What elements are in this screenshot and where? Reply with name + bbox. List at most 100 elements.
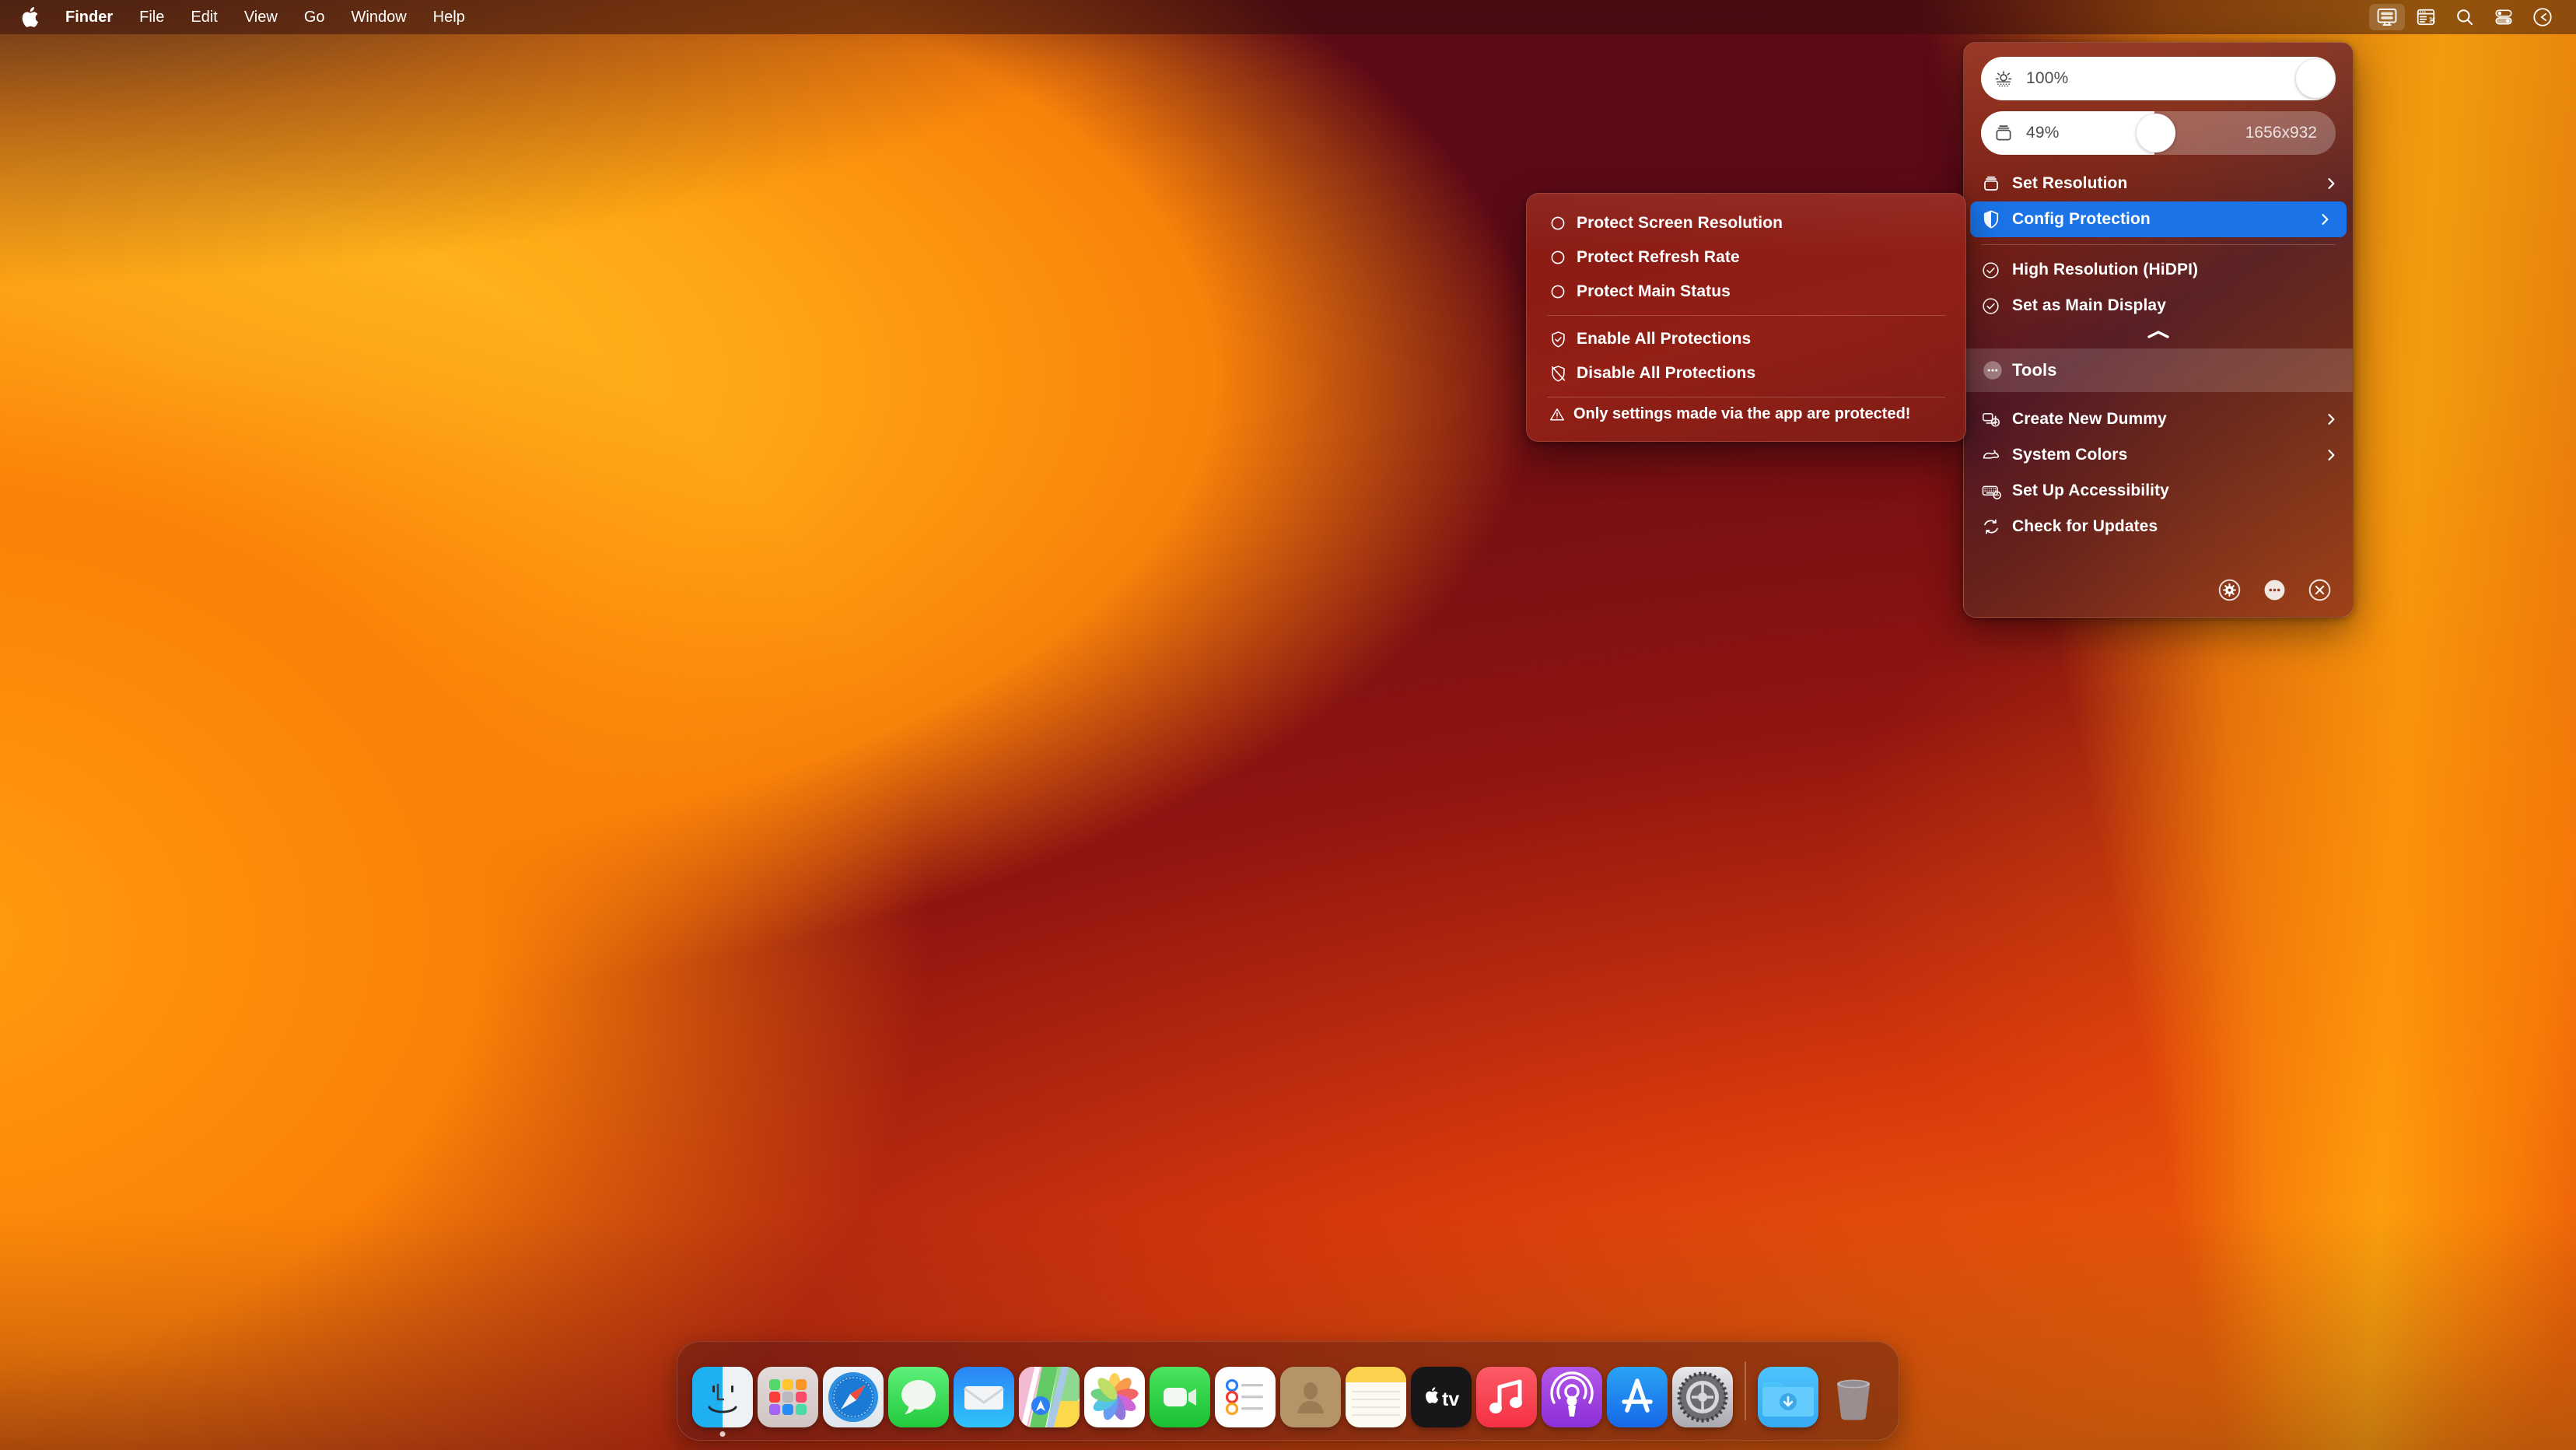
menu-row-set-as-main-display[interactable]: Set as Main Display xyxy=(1964,288,2353,324)
dock-item-photos[interactable] xyxy=(1082,1354,1147,1427)
search-icon[interactable] xyxy=(2447,4,2483,30)
dock-item-system-settings[interactable] xyxy=(1670,1354,1735,1427)
dock-item-notes[interactable] xyxy=(1343,1354,1409,1427)
divider xyxy=(1981,244,2336,245)
menu-row-disable-all-protections[interactable]: Disable All Protections xyxy=(1527,356,1965,391)
menu-row-label: Protect Screen Resolution xyxy=(1577,214,1783,233)
menu-row-label: Set Up Accessibility xyxy=(2012,482,2169,500)
protection-note-text: Only settings made via the app are prote… xyxy=(1573,405,1910,423)
section-header-tools[interactable]: Tools xyxy=(1964,348,2353,392)
resolution-slider[interactable]: 49% 1656x932 xyxy=(1981,111,2336,155)
menu-item-edit[interactable]: Edit xyxy=(177,7,230,27)
check-circle-icon xyxy=(1981,296,2012,316)
radio-empty-icon xyxy=(1549,248,1577,267)
dock-item-messages[interactable] xyxy=(886,1354,951,1427)
dock-item-facetime[interactable] xyxy=(1147,1354,1213,1427)
menu-bar-items: Finder File Edit View Go Window Help xyxy=(22,7,478,27)
menu-row-check-for-updates[interactable]: Check for Updates xyxy=(1964,509,2353,545)
menu-item-view[interactable]: View xyxy=(231,7,291,27)
dock-item-contacts[interactable] xyxy=(1278,1354,1343,1427)
warning-triangle-icon xyxy=(1549,406,1566,423)
check-circle-icon xyxy=(1981,261,2012,280)
dock-item-podcasts[interactable] xyxy=(1539,1354,1605,1427)
menu-row-label: System Colors xyxy=(2012,446,2127,464)
more-options-button[interactable] xyxy=(2261,576,2287,603)
menu-row-protect-main-status[interactable]: Protect Main Status xyxy=(1527,275,1965,309)
menu-row-system-colors[interactable]: System Colors xyxy=(1964,437,2353,473)
section-header-label: Tools xyxy=(2012,360,2057,380)
protection-note: Only settings made via the app are prote… xyxy=(1527,404,1965,423)
menu-item-help[interactable]: Help xyxy=(420,7,478,27)
menu-row-label: Check for Updates xyxy=(2012,517,2158,536)
ellipsis-circle-icon xyxy=(1981,359,2012,382)
menu-row-label: Set Resolution xyxy=(2012,174,2127,193)
menu-row-create-new-dummy[interactable]: Create New Dummy xyxy=(1964,401,2353,437)
running-indicator xyxy=(720,1431,726,1437)
menu-item-file[interactable]: File xyxy=(126,7,177,27)
menu-row-label: Disable All Protections xyxy=(1577,364,1755,383)
brightness-slider[interactable]: 100% xyxy=(1981,57,2336,100)
shield-half-icon xyxy=(1981,209,2012,229)
menu-row-label: Protect Main Status xyxy=(1577,282,1731,301)
dock-item-trash[interactable] xyxy=(1821,1354,1886,1427)
menu-row-label: Enable All Protections xyxy=(1577,330,1751,348)
shortcuts-icon[interactable]: ⌘ xyxy=(2408,4,2444,30)
chevron-right-icon xyxy=(2323,176,2339,191)
dock-item-launchpad[interactable] xyxy=(755,1354,821,1427)
display-stack-icon xyxy=(1981,122,2026,144)
dock-divider xyxy=(1745,1361,1746,1420)
chevron-right-icon xyxy=(2317,212,2333,227)
display-control-panel: 100% 49% 1656x932 Set Resolution xyxy=(1963,42,2354,618)
menu-row-config-protection[interactable]: Config Protection xyxy=(1970,201,2347,237)
chevron-right-icon xyxy=(2323,447,2339,463)
menu-row-set-resolution[interactable]: Set Resolution xyxy=(1964,166,2353,201)
add-display-icon xyxy=(1981,409,2012,429)
menu-item-window[interactable]: Window xyxy=(338,7,420,27)
color-swatch-icon xyxy=(1981,445,2012,465)
dock: tv xyxy=(677,1341,1899,1441)
dock-item-appstore[interactable] xyxy=(1605,1354,1670,1427)
dock-item-mail[interactable] xyxy=(951,1354,1017,1427)
menu-row-label: Protect Refresh Rate xyxy=(1577,248,1740,267)
brightness-value: 100% xyxy=(2026,69,2069,88)
radio-empty-icon xyxy=(1549,282,1577,301)
keyboard-icon xyxy=(1981,481,2012,502)
menu-row-label: Set as Main Display xyxy=(2012,296,2166,315)
menu-item-finder[interactable]: Finder xyxy=(52,7,126,27)
apple-logo-icon[interactable] xyxy=(22,7,52,27)
display-outline-icon xyxy=(1981,173,2012,194)
config-protection-submenu: Protect Screen Resolution Protect Refres… xyxy=(1526,193,1966,442)
menu-row-enable-all-protections[interactable]: Enable All Protections xyxy=(1527,322,1965,356)
dock-item-reminders[interactable] xyxy=(1213,1354,1278,1427)
brightness-icon xyxy=(1981,68,2026,89)
dock-item-music[interactable] xyxy=(1474,1354,1539,1427)
radio-empty-icon xyxy=(1549,214,1577,233)
menu-row-protect-screen-resolution[interactable]: Protect Screen Resolution xyxy=(1527,206,1965,240)
control-center-icon[interactable] xyxy=(2486,4,2522,30)
svg-text:⌘: ⌘ xyxy=(2428,16,2435,25)
menu-row-protect-refresh-rate[interactable]: Protect Refresh Rate xyxy=(1527,240,1965,275)
clock-icon[interactable] xyxy=(2525,4,2560,30)
menu-item-go[interactable]: Go xyxy=(291,7,338,27)
dock-item-finder[interactable] xyxy=(690,1354,755,1427)
menu-bar: Finder File Edit View Go Window Help xyxy=(0,0,2576,34)
menu-row-high-resolution[interactable]: High Resolution (HiDPI) xyxy=(1964,252,2353,288)
dock-item-maps[interactable] xyxy=(1017,1354,1082,1427)
dock-item-safari[interactable] xyxy=(821,1354,886,1427)
resolution-value: 1656x932 xyxy=(2245,124,2317,142)
settings-gear-button[interactable] xyxy=(2216,576,2242,603)
dock-item-tv[interactable]: tv xyxy=(1409,1354,1474,1427)
divider xyxy=(1547,315,1945,316)
chevron-right-icon xyxy=(2323,412,2339,427)
display-menu-icon[interactable] xyxy=(2369,4,2405,30)
menu-row-label: High Resolution (HiDPI) xyxy=(2012,261,2198,279)
dock-item-downloads[interactable] xyxy=(1755,1354,1821,1427)
menu-row-set-up-accessibility[interactable]: Set Up Accessibility xyxy=(1964,473,2353,509)
refresh-icon xyxy=(1981,517,2012,537)
chevron-up-icon[interactable] xyxy=(1964,324,2353,348)
shield-slash-icon xyxy=(1549,364,1577,384)
menu-row-label: Create New Dummy xyxy=(2012,410,2167,429)
menu-row-label: Config Protection xyxy=(2012,210,2151,229)
svg-text:tv: tv xyxy=(1442,1389,1459,1410)
quit-button[interactable] xyxy=(2306,576,2333,603)
